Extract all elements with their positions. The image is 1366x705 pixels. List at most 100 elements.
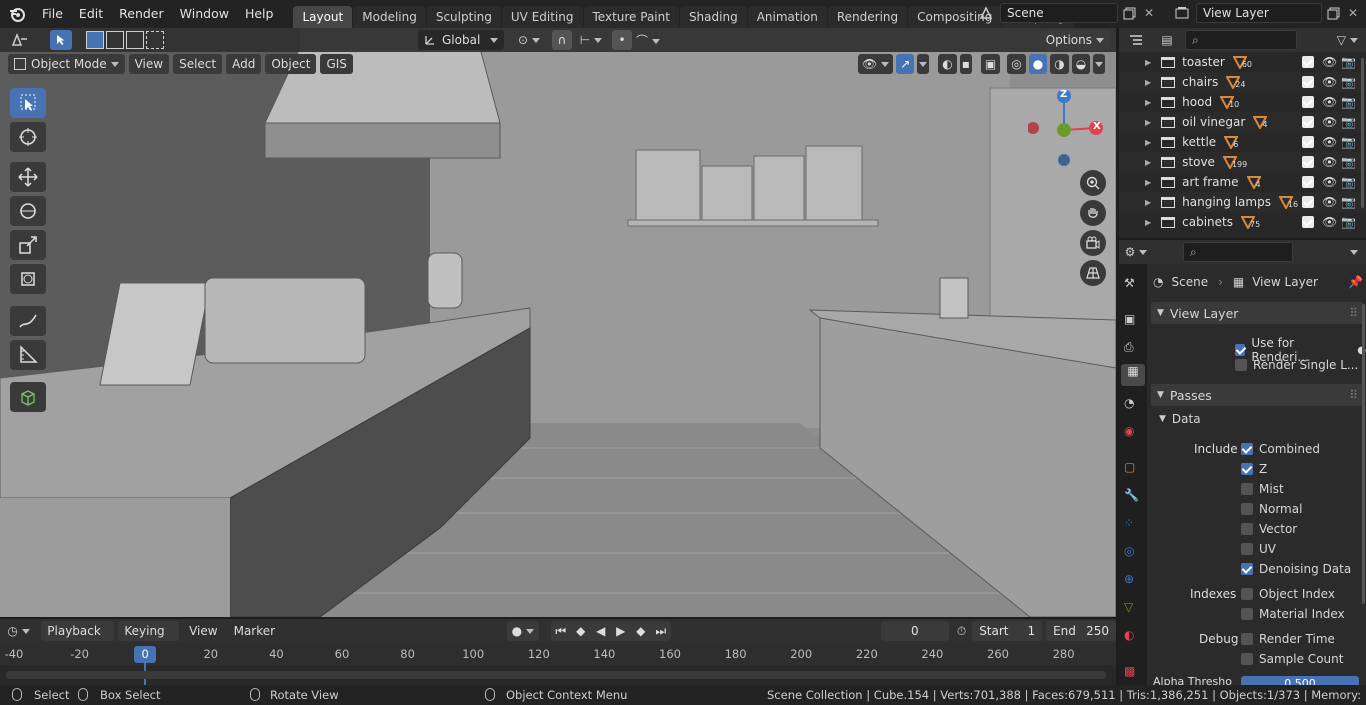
expand-arrow-icon[interactable]: ▶ <box>1145 218 1151 227</box>
viewport-menu-select[interactable]: Select <box>173 54 223 74</box>
visibility-icon[interactable]: 👁 <box>858 54 894 74</box>
pass-checkbox[interactable] <box>1241 463 1253 475</box>
collection-name[interactable]: cabinets <box>1182 215 1233 229</box>
editor-type-icon[interactable] <box>0 28 40 52</box>
tab-animation[interactable]: Animation <box>747 6 827 28</box>
outliner-row[interactable]: ▶ hood 10 👁 📷 <box>1119 92 1366 112</box>
menu-window[interactable]: Window <box>172 0 237 28</box>
timeline-area[interactable]: -40 -20 0 20 40 60 80 100 120 140 160 180 200 220 240 2… <box>0 643 1116 685</box>
proportional-edit-icon[interactable]: • <box>612 30 632 50</box>
use-for-rendering-checkbox[interactable] <box>1235 344 1246 356</box>
snap-target-icon[interactable]: ⊢ <box>576 33 606 47</box>
viewport-menu-object[interactable]: Object <box>265 54 317 74</box>
pass-checkbox[interactable] <box>1241 588 1253 600</box>
expand-arrow-icon[interactable]: ▶ <box>1145 58 1151 67</box>
expand-arrow-icon[interactable]: ▶ <box>1145 118 1151 127</box>
cursor-tool-icon[interactable] <box>10 122 46 152</box>
filter-icon[interactable]: ▽ <box>1337 33 1358 47</box>
visibility-eye-icon[interactable]: 👁 <box>1322 55 1337 69</box>
exclude-checkbox[interactable] <box>1302 56 1314 68</box>
rotate-tool-icon[interactable] <box>10 196 46 226</box>
view-layer-name-field[interactable]: View Layer <box>1196 3 1322 23</box>
outliner-row[interactable]: ▶ hanging lamps 16 👁 📷 <box>1119 192 1366 212</box>
tab-material-icon[interactable]: ◐ <box>1124 628 1134 642</box>
tab-constraints-icon[interactable]: ⊕ <box>1124 572 1134 586</box>
visibility-eye-icon[interactable]: 👁 <box>1322 175 1337 189</box>
transform-orientation-dropdown[interactable]: Global <box>418 30 504 50</box>
add-cube-tool-icon[interactable] <box>10 382 46 412</box>
shading-material-icon[interactable]: ◑ <box>1050 54 1069 74</box>
pass-checkbox[interactable] <box>1241 483 1253 495</box>
start-frame-field[interactable]: Start 1 <box>972 621 1043 641</box>
options-dropdown[interactable]: Options <box>1039 30 1110 50</box>
expand-arrow-icon[interactable]: ▶ <box>1145 178 1151 187</box>
collection-name[interactable]: hanging lamps <box>1182 195 1271 209</box>
render-single-layer-checkbox[interactable] <box>1235 359 1247 371</box>
viewport-menu-add[interactable]: Add <box>226 54 262 74</box>
visibility-eye-icon[interactable]: 👁 <box>1322 115 1337 129</box>
tab-object-icon[interactable]: ▢ <box>1124 460 1135 474</box>
select-box-tool-icon[interactable] <box>10 88 46 118</box>
drag-handle-icon[interactable]: ⠿ <box>1349 306 1358 320</box>
scale-tool-icon[interactable] <box>10 230 46 260</box>
pass-checkbox[interactable] <box>1241 523 1253 535</box>
xray-toggle-icon[interactable]: ▣ <box>980 54 1001 74</box>
viewport-menu-gis[interactable]: GIS <box>320 54 353 74</box>
collection-name[interactable]: art frame <box>1182 175 1238 189</box>
outliner-row[interactable]: ▶ cabinets 75 👁 📷 <box>1119 212 1366 232</box>
display-mode-icon[interactable]: ▤ <box>1153 33 1181 47</box>
tab-texture-icon[interactable]: ▩ <box>1124 664 1135 678</box>
outliner-search[interactable]: ⌕ <box>1185 30 1297 50</box>
collection-name[interactable]: toaster <box>1182 55 1225 69</box>
properties-options-icon[interactable] <box>1346 245 1358 259</box>
menu-render[interactable]: Render <box>111 0 172 28</box>
viewport-menu-view[interactable]: View <box>128 54 170 74</box>
exclude-checkbox[interactable] <box>1302 156 1314 168</box>
collection-name[interactable]: kettle <box>1182 135 1216 149</box>
move-tool-icon[interactable] <box>10 162 46 192</box>
auto-keying-icon[interactable]: ● <box>507 621 539 641</box>
mode-dropdown[interactable]: Object Mode <box>8 54 125 74</box>
gizmo-toggle-icon[interactable]: ↗ <box>896 54 915 74</box>
render-camera-icon[interactable]: 📷 <box>1341 155 1356 169</box>
tab-uv-editing[interactable]: UV Editing <box>501 6 583 28</box>
timeline-scrollbar[interactable] <box>6 671 1106 679</box>
transform-tool-icon[interactable] <box>10 264 46 294</box>
render-camera-icon[interactable]: 📷 <box>1341 95 1356 109</box>
properties-scrollbar[interactable] <box>1362 304 1365 604</box>
render-camera-icon[interactable]: 📷 <box>1341 215 1356 229</box>
measure-tool-icon[interactable] <box>10 340 46 370</box>
outliner-row[interactable]: ▶ kettle 6 👁 📷 <box>1119 132 1366 152</box>
visibility-eye-icon[interactable]: 👁 <box>1322 195 1337 209</box>
exclude-checkbox[interactable] <box>1302 96 1314 108</box>
blender-logo-icon[interactable] <box>0 0 34 28</box>
shading-solid-icon[interactable]: ● <box>1028 54 1048 74</box>
tab-output-icon[interactable]: ⎙ <box>1124 340 1134 355</box>
outliner-row[interactable]: ▶ toaster 60 👁 📷 <box>1119 52 1366 72</box>
timeline-menu-marker[interactable]: Marker <box>228 621 281 641</box>
overlay-dropdown-icon[interactable]: ▪ <box>959 54 972 74</box>
timer-icon[interactable]: ⏱ <box>957 624 966 639</box>
pass-checkbox[interactable] <box>1241 633 1253 645</box>
tab-physics-icon[interactable]: ◎ <box>1124 544 1134 558</box>
navigation-gizmo[interactable]: Z X <box>1028 89 1106 168</box>
exclude-checkbox[interactable] <box>1302 76 1314 88</box>
collection-name[interactable]: chairs <box>1182 75 1218 89</box>
select-mode-subtract-icon[interactable] <box>126 31 144 49</box>
visibility-eye-icon[interactable]: 👁 <box>1322 135 1337 149</box>
outliner-row[interactable]: ▶ art frame 4 👁 📷 <box>1119 172 1366 192</box>
tab-tool-icon[interactable]: ⚒ <box>1124 276 1135 290</box>
exclude-checkbox[interactable] <box>1302 216 1314 228</box>
outliner-row[interactable]: ▶ chairs 24 👁 📷 <box>1119 72 1366 92</box>
pass-checkbox[interactable] <box>1241 543 1253 555</box>
passes-panel-header[interactable]: ▼ Passes ⠿ <box>1151 384 1364 406</box>
tab-modeling[interactable]: Modeling <box>353 6 426 28</box>
annotate-tool-icon[interactable] <box>10 306 46 336</box>
tab-sculpting[interactable]: Sculpting <box>426 6 501 28</box>
play-icon[interactable]: ▶ <box>611 624 631 638</box>
expand-arrow-icon[interactable]: ▶ <box>1145 138 1151 147</box>
play-reverse-icon[interactable]: ◀ <box>591 624 611 638</box>
menu-file[interactable]: File <box>34 0 71 28</box>
pass-checkbox[interactable] <box>1241 443 1253 455</box>
overlay-toggle-icon[interactable]: ◐ <box>938 54 957 74</box>
